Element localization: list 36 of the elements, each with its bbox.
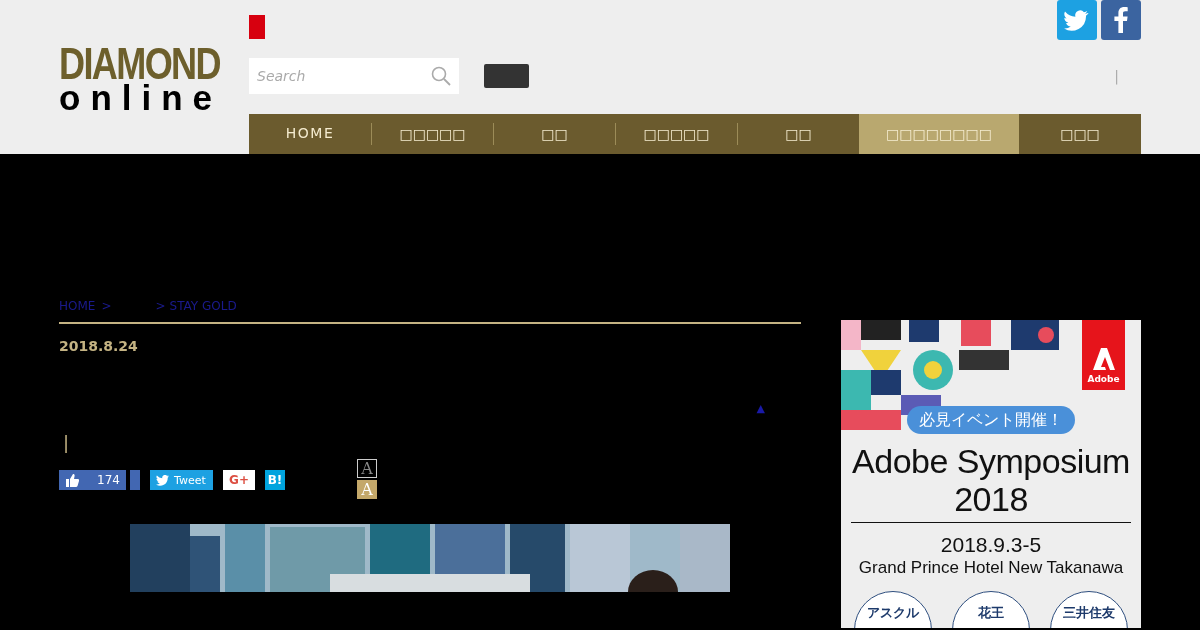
nav-tab[interactable]: □□□ [1019, 114, 1141, 154]
nav-tab[interactable]: □□ [494, 114, 615, 154]
search-icon[interactable] [431, 66, 451, 86]
site-logo[interactable]: DIAMOND online [59, 42, 221, 154]
separator: | [1114, 68, 1119, 84]
search-box[interactable]: Search [249, 58, 459, 94]
twitter-icon[interactable] [1057, 0, 1097, 40]
like-button[interactable]: 174 [59, 470, 126, 490]
bird-icon [156, 474, 169, 486]
thumbs-up-icon [65, 473, 79, 487]
sponsor-badge: 三井住友 [1050, 591, 1128, 628]
font-size-button[interactable]: A [357, 459, 377, 478]
sponsor-badge: アスクル [854, 591, 932, 628]
breadcrumb-separator: > [101, 298, 112, 314]
logo-icon [1092, 348, 1115, 370]
event-dates: 2018.9.3-5 [940, 533, 1042, 557]
triangle-marker: ▲ [756, 402, 765, 415]
nav-tab[interactable]: □□□□□ [616, 114, 737, 154]
search-field[interactable]: Search [257, 58, 431, 94]
event-badge: 必見イベント開催！ [907, 406, 1075, 434]
article-date: 2018.8.24 [59, 338, 138, 354]
nav-tab[interactable]: HOME [249, 114, 371, 154]
tweet-button[interactable]: Tweet [150, 470, 213, 490]
facebook-icon[interactable] [1101, 0, 1141, 40]
ad-banner[interactable]: Adobe 必見イベント開催！ Adobe Symposium 2018 2018.9.3-5 Grand Prince Hotel New Takanawa アスクル 花王 三井住友 [841, 320, 1141, 628]
sponsor-badge: 花王 [952, 591, 1030, 628]
share-bar [130, 470, 140, 490]
accent-block [249, 15, 265, 39]
google-plus-button[interactable]: G+ [223, 470, 255, 490]
breadcrumb-separator: > [155, 298, 166, 314]
nav-tab[interactable]: □□ [738, 114, 859, 154]
nav-tab[interactable]: □□□□□ [372, 114, 493, 154]
adobe-logo: Adobe [1082, 320, 1125, 390]
ad-title: Adobe Symposium 2018 [851, 442, 1131, 523]
title-text: | [63, 432, 70, 454]
event-venue: Grand Prince Hotel New Takanawa [858, 557, 1124, 579]
